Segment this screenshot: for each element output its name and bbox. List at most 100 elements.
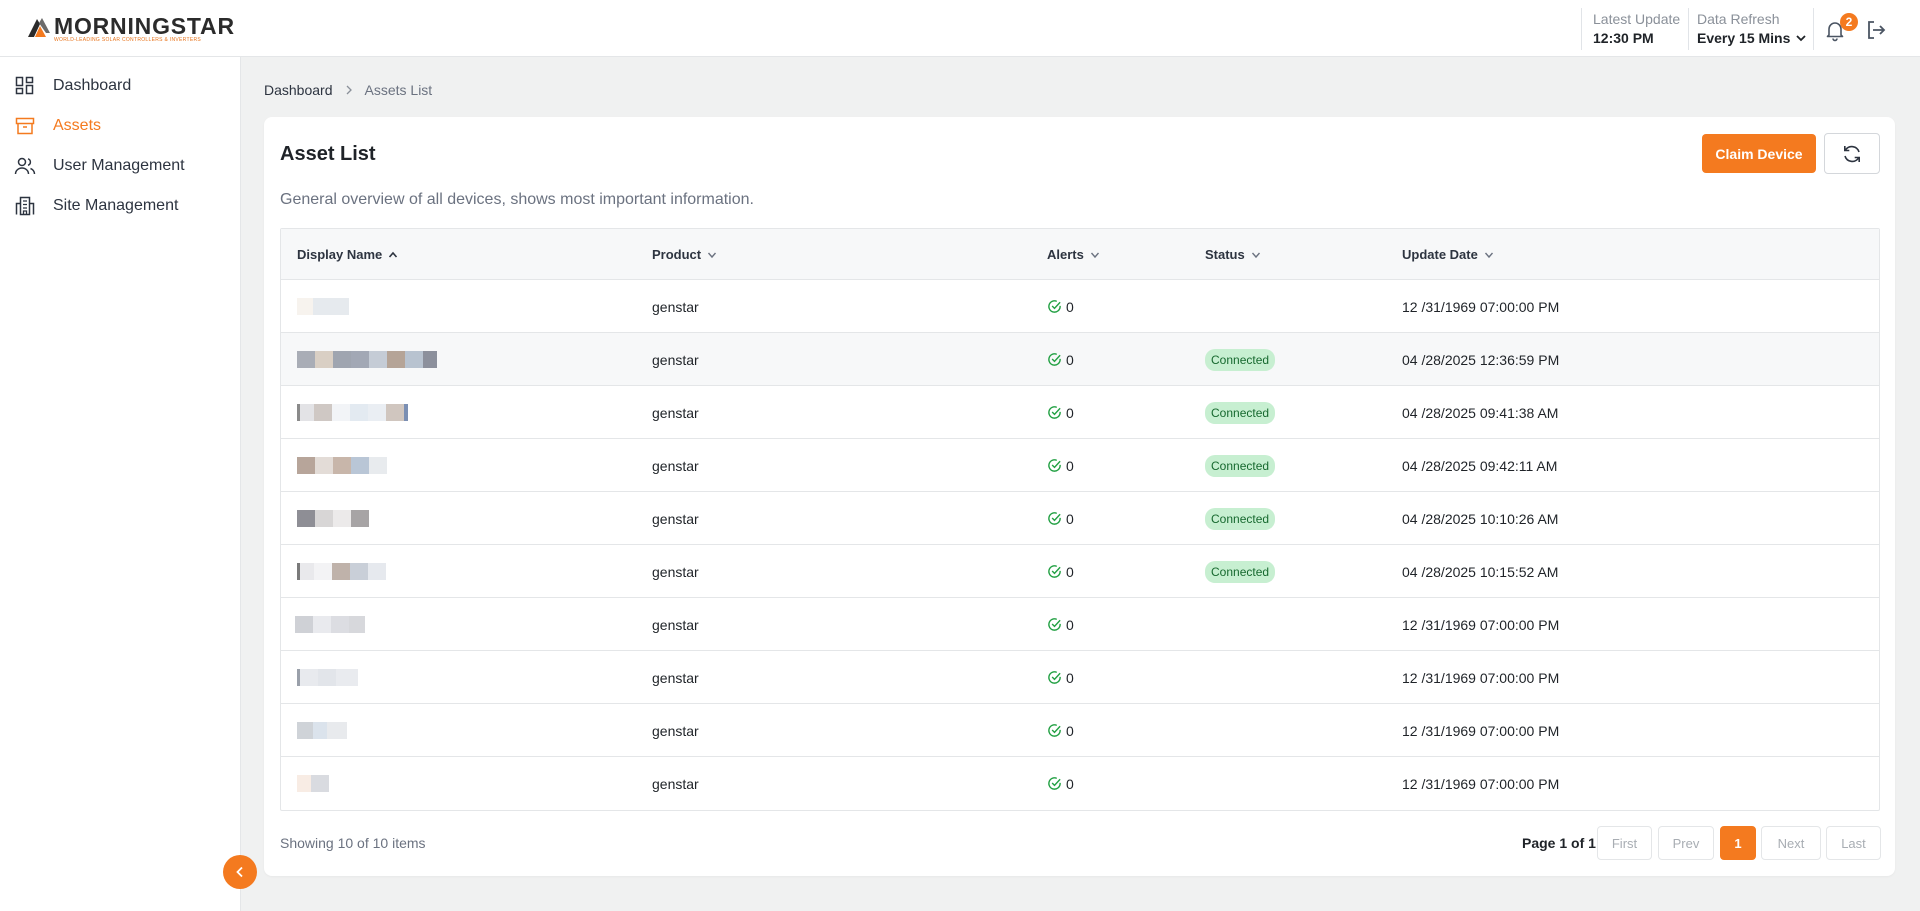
status-cell: Connected [1205,545,1276,598]
latest-update: Latest Update 12:30 PM [1593,10,1680,48]
next-page-button[interactable]: Next [1761,826,1821,860]
table-header: Display Name Product Alerts Status Updat… [281,229,1879,280]
sidebar-item-assets[interactable]: Assets [14,111,101,141]
check-circle-icon [1048,565,1061,578]
product-cell: genstar [652,616,699,633]
column-header-status[interactable]: Status [1205,229,1261,280]
building-icon [14,195,36,217]
logout-icon[interactable] [1864,18,1888,42]
chevron-down-icon [1484,252,1493,258]
table-row[interactable]: genstar 0 Connected 04 /28/2025 10:15:52… [281,545,1879,598]
sidebar-item-dashboard[interactable]: Dashboard [14,71,131,101]
chevron-down-icon [1090,252,1099,258]
table-row[interactable]: genstar 0 Connected 04 /28/2025 09:41:38… [281,386,1879,439]
display-name-redacted [295,598,365,651]
product-cell: genstar [652,457,699,474]
table-row[interactable]: genstar 0 12 /31/1969 07:00:00 PM [281,598,1879,651]
asset-list-card: Asset List General overview of all devic… [264,117,1895,876]
status-badge: Connected [1205,507,1276,530]
notification-count-badge: 2 [1840,13,1858,31]
table-row[interactable]: genstar 0 12 /31/1969 07:00:00 PM [281,651,1879,704]
data-refresh: Data Refresh Every 15 Mins [1697,10,1807,48]
sidebar-item-site-management[interactable]: Site Management [14,191,178,221]
product-cell: genstar [652,510,699,527]
sidebar-item-label: Dashboard [53,77,132,94]
latest-update-value: 12:30 PM [1593,30,1654,46]
table-row[interactable]: genstar 0 Connected 04 /28/2025 09:42:11… [281,439,1879,492]
column-header-update-date[interactable]: Update Date [1402,229,1494,280]
display-name-redacted [297,386,408,439]
check-circle-icon [1048,353,1061,366]
display-name-redacted [297,280,349,333]
check-circle-icon [1048,671,1061,684]
alerts-cell: 0 [1047,439,1074,492]
column-header-alerts[interactable]: Alerts [1047,229,1100,280]
page-1-button[interactable]: 1 [1720,826,1756,860]
update-date-cell: 12 /31/1969 07:00:00 PM [1402,616,1560,633]
sidebar-item-label: Site Management [53,197,179,214]
check-circle-icon [1048,724,1061,737]
items-count: Showing 10 of 10 items [280,835,426,851]
table-row[interactable]: genstar 0 12 /31/1969 07:00:00 PM [281,757,1879,810]
status-badge: Connected [1205,348,1276,371]
data-refresh-select[interactable]: Every 15 Mins [1697,28,1807,48]
status-badge: Connected [1205,454,1276,477]
status-badge: Connected [1205,401,1276,424]
refresh-icon [1844,145,1860,162]
status-cell: Connected [1205,386,1276,439]
data-refresh-label: Data Refresh [1697,11,1780,27]
product-cell: genstar [652,351,699,368]
breadcrumb: Dashboard Assets List [264,82,432,98]
data-refresh-value: Every 15 Mins [1697,30,1791,46]
latest-update-label: Latest Update [1593,11,1681,27]
header-divider [1581,8,1582,50]
header-divider [1813,8,1814,50]
page-info: Page 1 of 1 [1522,835,1596,851]
column-header-display-name[interactable]: Display Name [297,229,398,280]
alerts-cell: 0 [1047,386,1074,439]
breadcrumb-home-link[interactable]: Dashboard [264,82,333,98]
check-circle-icon [1048,406,1061,419]
table-row[interactable]: genstar 0 12 /31/1969 07:00:00 PM [281,704,1879,757]
chevron-down-icon [1251,252,1260,258]
last-page-button[interactable]: Last [1826,826,1881,860]
alerts-cell: 0 [1047,704,1074,757]
status-cell: Connected [1205,333,1276,386]
display-name-redacted [297,545,386,598]
sidebar-item-user-management[interactable]: User Management [14,151,185,181]
display-name-redacted [297,757,329,810]
prev-page-button[interactable]: Prev [1658,826,1714,860]
update-date-cell: 12 /31/1969 07:00:00 PM [1402,775,1560,792]
claim-device-button[interactable]: Claim Device [1702,134,1816,173]
check-circle-icon [1048,300,1061,313]
status-cell: Connected [1205,439,1276,492]
product-cell: genstar [652,722,699,739]
update-date-cell: 04 /28/2025 09:41:38 AM [1402,404,1559,421]
top-bar: MORNINGSTAR WORLD-LEADING SOLAR CONTROLL… [0,0,1920,57]
column-header-product[interactable]: Product [652,229,717,280]
update-date-cell: 04 /28/2025 09:42:11 AM [1402,457,1558,474]
check-circle-icon [1048,459,1061,472]
asset-table: Display Name Product Alerts Status Updat… [280,228,1880,811]
sidebar: Dashboard Assets User Management Site Ma… [0,57,241,911]
sidebar-item-label: User Management [53,157,185,174]
product-cell: genstar [652,669,699,686]
alerts-cell: 0 [1047,651,1074,704]
breadcrumb-current: Assets List [364,82,433,98]
chevron-down-icon [1796,35,1807,42]
check-circle-icon [1048,777,1061,790]
brand-name: MORNINGSTAR [54,13,235,39]
display-name-redacted [297,333,437,386]
alerts-cell: 0 [1047,280,1074,333]
archive-icon [14,115,36,137]
header-divider [1688,8,1689,50]
brand-logo[interactable]: MORNINGSTAR WORLD-LEADING SOLAR CONTROLL… [26,15,235,44]
sort-asc-icon [389,251,398,258]
first-page-button[interactable]: First [1597,826,1652,860]
collapse-sidebar-button[interactable] [223,855,257,889]
table-row[interactable]: genstar 0 12 /31/1969 07:00:00 PM [281,280,1879,333]
table-row[interactable]: genstar 0 Connected 04 /28/2025 10:10:26… [281,492,1879,545]
table-row[interactable]: genstar 0 Connected 04 /28/2025 12:36:59… [281,333,1879,386]
alerts-cell: 0 [1047,545,1074,598]
refresh-button[interactable] [1824,133,1880,174]
